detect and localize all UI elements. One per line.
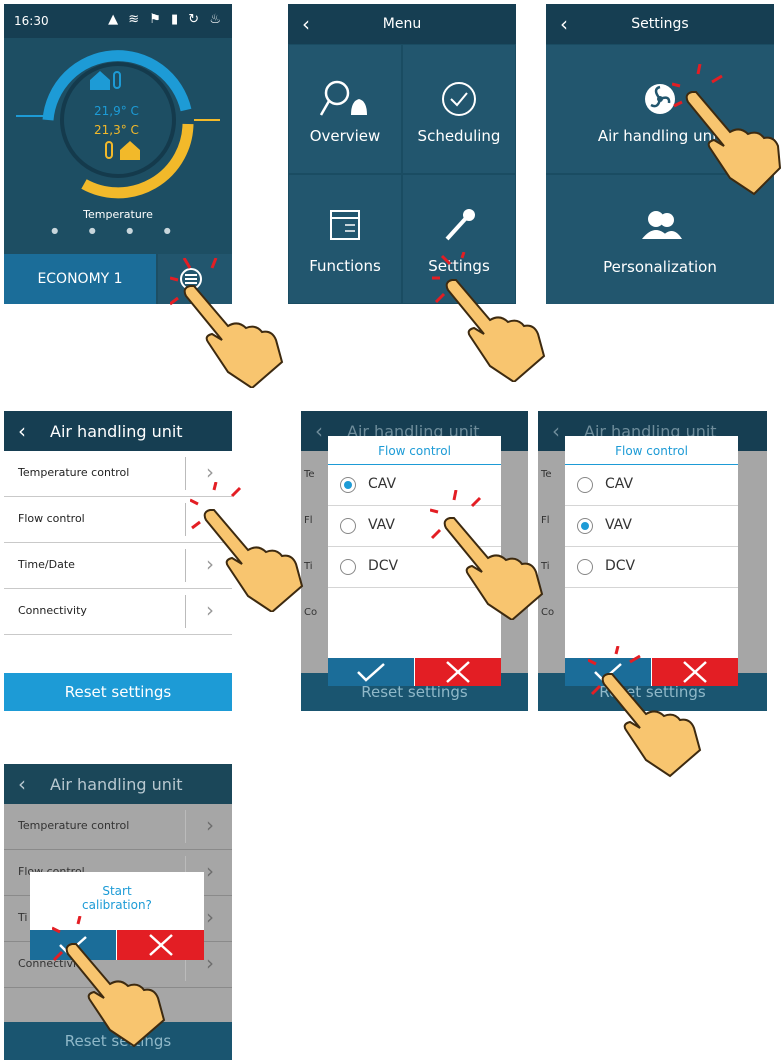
row-label: Time/Date [18,558,75,571]
option-label: VAV [368,517,395,533]
ahu-header: ‹ Air handling unit [4,411,232,451]
peek-label: Te [541,469,552,480]
chevron-right-icon: › [206,460,214,484]
tap-hand-icon [190,482,304,612]
tap-hand-icon [430,490,544,620]
tile-scheduling[interactable]: Scheduling [403,45,515,173]
back-icon: ‹ [18,772,26,796]
status-bar: 16:30 ▲ ≋ ⚑ ▮ ↻ ♨ [4,4,232,38]
option-vav[interactable]: VAV [565,506,738,547]
clock: 16:30 [14,14,49,28]
option-label: CAV [605,476,634,492]
page-label: Temperature [83,208,153,221]
back-icon[interactable]: ‹ [18,419,26,443]
house-in-icon [90,71,110,90]
wrench-icon [445,209,475,241]
radio[interactable] [577,559,593,575]
row-label: Ti [18,911,28,924]
settings-title: Settings [631,16,689,32]
tile-label: Functions [309,257,381,275]
confirm-button[interactable] [328,658,414,686]
chevron-right-icon: › [206,813,214,837]
status-icons: ▲ ≋ ⚑ ▮ ↻ ♨ [108,12,224,27]
row-label: Temperature control [18,819,130,832]
bg-title: Air handling unit [50,775,183,794]
popup-title: Flow control [565,436,738,465]
close-icon [446,661,470,683]
back-icon: ‹ [552,419,560,443]
tile-label: Overview [309,127,381,145]
radio[interactable] [577,477,593,493]
chevron-right-icon: › [206,859,214,883]
dialog-question-line2: calibration? [82,898,152,912]
popup-title: Flow control [328,436,501,465]
tap-hand-icon [432,252,546,382]
option-dcv[interactable]: DCV [565,547,738,588]
clock-icon [442,82,476,116]
tile-overview[interactable]: Overview [289,45,401,173]
tile-functions[interactable]: Functions [289,175,401,303]
tap-hand-icon [588,646,702,778]
row-label: Flow control [18,512,85,525]
radio-selected[interactable] [577,518,593,534]
tile-label: Scheduling [417,127,501,145]
back-icon: ‹ [315,419,323,443]
check-icon [357,663,385,682]
settings-header: ‹ Settings [546,4,774,44]
radio[interactable] [340,518,356,534]
row-label: Connectivity [18,604,87,617]
reset-settings-button[interactable]: Reset settings [4,673,232,711]
outdoor-temp: 21,3° C [94,123,139,137]
tap-hand-icon [672,64,782,196]
thermometer-icon [113,71,121,89]
users-icon [642,211,682,239]
calendar-icon [330,210,360,240]
menu-title: Menu [382,16,422,32]
row-label: Temperature control [18,466,130,479]
overview-icon [319,80,367,116]
ahu-title: Air handling unit [50,422,183,441]
page-dots: ● ● ● ● [51,226,185,235]
chevron-right-icon: › [206,905,214,929]
tile-label: Personalization [603,258,717,276]
chevron-right-icon: › [206,951,214,975]
option-cav[interactable]: CAV [565,465,738,506]
option-label: DCV [605,558,636,574]
tap-hand-icon [52,916,166,1048]
mode-button[interactable]: ECONOMY 1 [4,254,156,304]
option-label: DCV [368,558,399,574]
radio[interactable] [340,559,356,575]
cancel-button[interactable] [415,658,501,686]
menu-header: ‹ Menu [288,4,516,44]
row-temperature-control: Temperature control › [4,804,232,850]
option-label: CAV [368,476,397,492]
peek-label: Te [304,469,315,480]
house-out-icon [120,141,140,160]
bg-header: ‹ Air handling unit [4,764,232,804]
mode-label: ECONOMY 1 [37,271,123,287]
dialog-question-line1: Start [102,884,132,898]
radio-selected[interactable] [340,477,356,493]
indoor-temp: 21,9° C [94,104,139,118]
option-label: VAV [605,517,632,533]
tap-hand-icon [170,258,284,388]
